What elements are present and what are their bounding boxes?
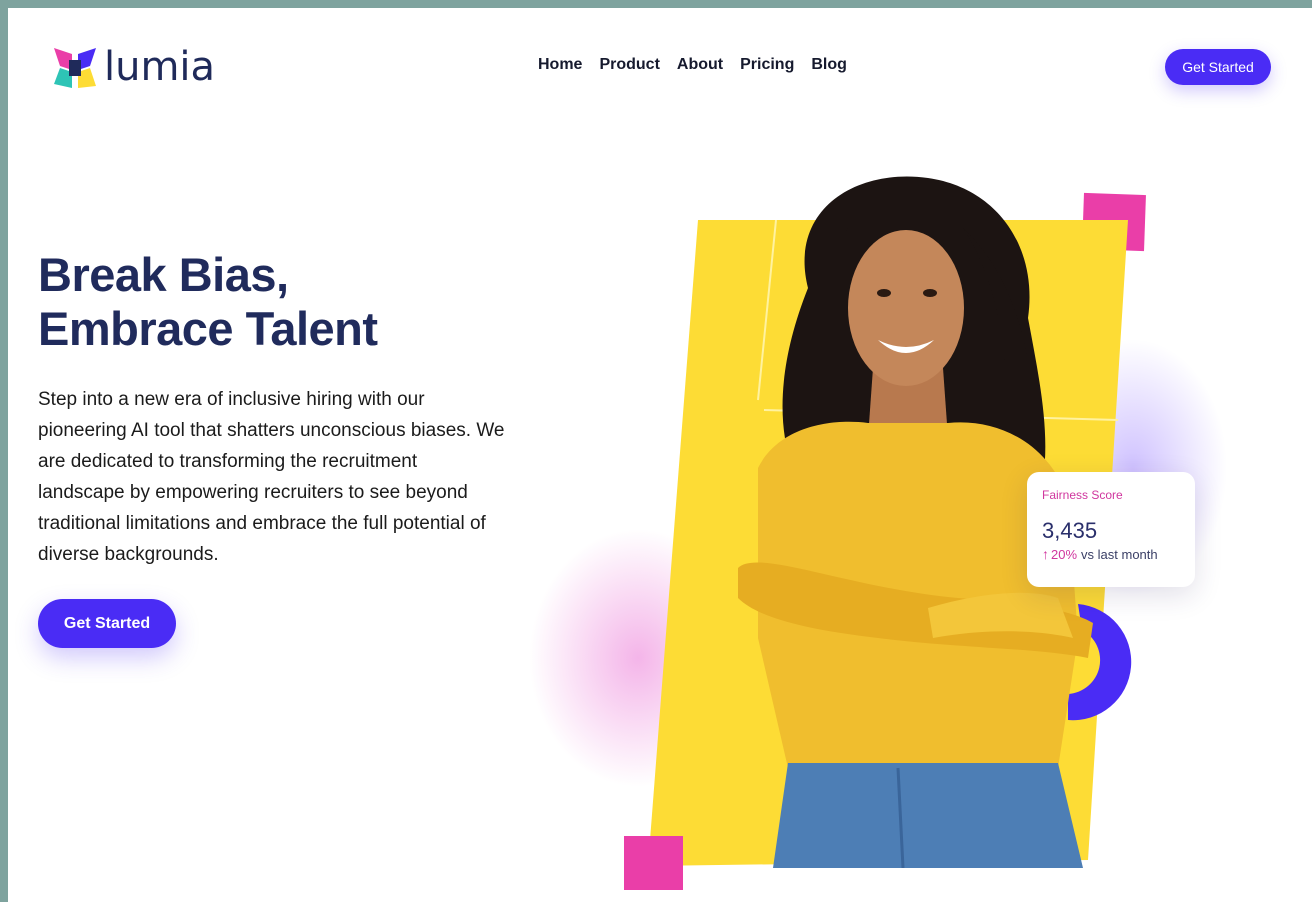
brand-name: lumia — [104, 44, 216, 90]
arrow-up-icon: ↑ — [1042, 546, 1049, 562]
nav-get-started-button[interactable]: Get Started — [1165, 49, 1271, 85]
stat-label: Fairness Score — [1042, 488, 1123, 502]
page: lumia Home Product About Pricing Blog Ge… — [8, 8, 1312, 902]
stat-change-row: ↑ 20% vs last month — [1042, 546, 1180, 562]
stat-change-percent: 20% — [1051, 546, 1078, 562]
pink-square-decoration-bottom — [624, 836, 683, 890]
nav-blog[interactable]: Blog — [811, 56, 847, 74]
hero-description: Step into a new era of inclusive hiring … — [38, 389, 505, 565]
main-nav: Home Product About Pricing Blog — [538, 56, 847, 74]
lumia-logo-icon — [54, 48, 96, 88]
hero-get-started-button[interactable]: Get Started — [38, 599, 176, 648]
hero-title-line-1: Break Bias, — [38, 248, 289, 301]
stat-value: 3,435 — [1042, 518, 1098, 543]
nav-pricing[interactable]: Pricing — [740, 56, 794, 74]
stat-change-text: vs last month — [1081, 546, 1158, 562]
hero-title: Break Bias, Embrace Talent — [38, 248, 378, 356]
fairness-score-card: Fairness Score 3,435 ↑ 20% vs last month — [1027, 472, 1195, 587]
nav-product[interactable]: Product — [599, 56, 659, 74]
nav-about[interactable]: About — [677, 56, 723, 74]
hero-title-line-2: Embrace Talent — [38, 302, 378, 355]
nav-home[interactable]: Home — [538, 56, 582, 74]
brand-logo[interactable]: lumia — [52, 44, 215, 90]
